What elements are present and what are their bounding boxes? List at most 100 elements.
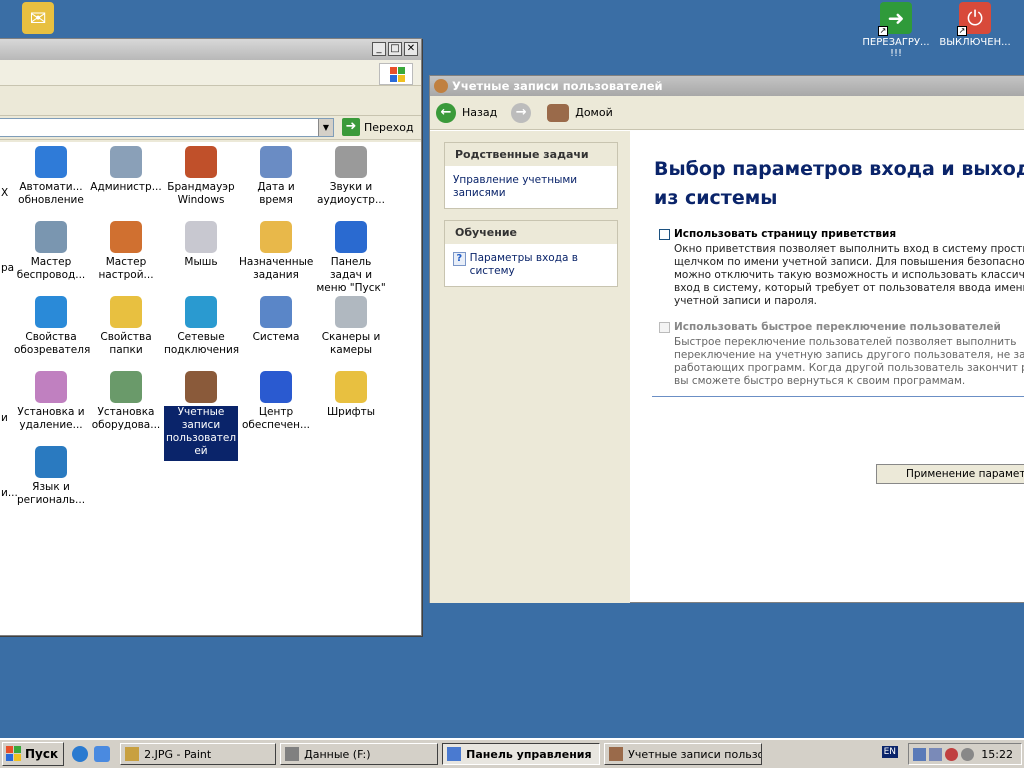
learn-panel: Обучение ? Параметры входа в систему bbox=[444, 220, 618, 287]
cp-item-label: Сетевые подключения bbox=[164, 331, 240, 356]
folder-options-icon bbox=[110, 296, 142, 328]
cp-item[interactable]: Администр... bbox=[89, 146, 163, 194]
desktop-icon-label: ВЫКЛЮЧЕН... bbox=[939, 37, 1011, 48]
cp-item[interactable]: Сканеры и камеры bbox=[314, 296, 388, 357]
page-title: Выбор параметров входа и выхода из систе… bbox=[654, 158, 1024, 209]
cp-item-label: Брандмауэр Windows bbox=[167, 181, 235, 206]
back-button-label[interactable]: Назад bbox=[462, 106, 497, 119]
address-bar: ▼ ➜ Переход bbox=[0, 116, 421, 140]
start-button[interactable]: Пуск bbox=[2, 742, 65, 766]
cp-item-label: Учетные записи пользовател ей bbox=[164, 406, 238, 461]
cp-item[interactable]: Система bbox=[239, 296, 313, 344]
windows-flag-icon bbox=[6, 746, 22, 762]
network-connections-icon bbox=[185, 296, 217, 328]
back-arrow-icon[interactable]: ← bbox=[436, 102, 456, 123]
desktop-icon-label: ПЕРЕЗАГРУ... !!! bbox=[862, 37, 930, 59]
cp-item[interactable]: Мастер настрой... bbox=[89, 221, 163, 282]
cp-item[interactable]: Автомати... обновление bbox=[14, 146, 88, 207]
scheduled-tasks-icon bbox=[260, 221, 292, 253]
cp-item[interactable]: Мастер беспровод... bbox=[14, 221, 88, 282]
cp-item-label: Система bbox=[252, 331, 300, 343]
show-desktop-icon[interactable] bbox=[94, 746, 111, 762]
taskbar-button[interactable]: 2.JPG - Paint bbox=[120, 743, 277, 765]
taskbar: Пуск 2.JPG - Paint Данные (F:) Панель упра… bbox=[0, 738, 1024, 768]
admin-tools-icon bbox=[110, 146, 142, 178]
fast-user-switching-title[interactable]: Использовать быстрое переключение пользо… bbox=[674, 321, 1001, 333]
apply-settings-button[interactable]: Применение параметров bbox=[876, 464, 1024, 484]
cp-item[interactable]: Свойства папки bbox=[89, 296, 163, 357]
folder-icon: ✉ bbox=[22, 2, 54, 34]
cp-item[interactable]: Учетные записи пользовател ей bbox=[164, 371, 238, 461]
cp-item[interactable]: Брандмауэр Windows bbox=[164, 146, 238, 207]
desktop-icon-restart[interactable]: ➜ ↗ ПЕРЕЗАГРУ... !!! bbox=[858, 2, 934, 59]
maximize-button[interactable]: □ bbox=[388, 42, 402, 56]
forward-arrow-icon[interactable]: → bbox=[511, 102, 532, 123]
logon-options-link[interactable]: ? Параметры входа в систему bbox=[445, 244, 617, 286]
cp-item[interactable]: Язык и региональ... bbox=[14, 446, 88, 507]
home-users-icon[interactable] bbox=[547, 103, 570, 122]
cp-item[interactable]: Дата и время bbox=[239, 146, 313, 207]
menu-bar bbox=[0, 60, 421, 86]
desktop-icon-shutdown[interactable]: ⏻ ↗ ВЫКЛЮЧЕН... bbox=[937, 2, 1013, 48]
power-icon: ⏻ ↗ bbox=[957, 2, 991, 36]
user-accounts-icon bbox=[434, 79, 448, 93]
title-bar[interactable]: Учетные записи пользователей bbox=[430, 76, 1024, 96]
go-arrow-icon: ➜ bbox=[342, 118, 360, 136]
taskbar-button-label: Данные (F:) bbox=[304, 747, 371, 761]
cp-item[interactable]: Центр обеспечен... bbox=[239, 371, 313, 432]
taskbar-button-label: 2.JPG - Paint bbox=[144, 747, 212, 761]
cp-item[interactable]: Установка оборудова... bbox=[89, 371, 163, 432]
title-bar[interactable]: _ □ ✕ bbox=[0, 39, 421, 60]
control-panel-icon bbox=[447, 747, 462, 761]
volume-icon[interactable] bbox=[961, 747, 974, 761]
network-warning-icon[interactable] bbox=[929, 747, 942, 761]
add-hardware-icon bbox=[110, 371, 142, 403]
taskbar-button[interactable]: Панель управления bbox=[442, 743, 601, 765]
panel-title: Родственные задачи bbox=[445, 143, 617, 166]
cp-item[interactable]: Мышь bbox=[164, 221, 238, 269]
cp-item-label: Мастер настрой... bbox=[98, 256, 154, 281]
chevron-down-icon[interactable]: ▼ bbox=[318, 119, 333, 136]
taskbar-button[interactable]: Данные (F:) bbox=[280, 743, 439, 765]
cp-item[interactable]: Звуки и аудиоустр... bbox=[314, 146, 388, 207]
clock[interactable]: 15:22 bbox=[981, 748, 1013, 761]
system-tray: 15:22 bbox=[908, 743, 1022, 765]
taskbar-button-label: Учетные записи пользо... bbox=[628, 747, 763, 761]
go-button-label: Переход bbox=[364, 120, 414, 134]
taskbar-icon bbox=[335, 221, 367, 253]
welcome-screen-title[interactable]: Использовать страницу приветствия bbox=[674, 228, 896, 240]
close-button[interactable]: ✕ bbox=[404, 42, 418, 56]
cp-item-label: Центр обеспечен... bbox=[242, 406, 310, 431]
mouse-icon bbox=[185, 221, 217, 253]
cp-item[interactable]: Назначенные задания bbox=[239, 221, 313, 282]
cp-item[interactable]: Шрифты bbox=[314, 371, 388, 419]
cp-item-label: Свойства папки bbox=[100, 331, 152, 356]
internet-explorer-icon[interactable] bbox=[72, 746, 89, 762]
home-button-label[interactable]: Домой bbox=[575, 106, 613, 119]
cp-item-label: Свойства обозревателя bbox=[14, 331, 91, 356]
cp-item-label: Администр... bbox=[90, 181, 162, 193]
cp-item[interactable]: Установка и удаление... bbox=[14, 371, 88, 432]
system-icon bbox=[260, 296, 292, 328]
fast-user-switching-checkbox[interactable] bbox=[659, 322, 670, 333]
go-button[interactable]: ➜ Переход bbox=[342, 118, 414, 136]
globe-icon bbox=[35, 446, 67, 478]
cp-item[interactable]: Панель задач и меню "Пуск" bbox=[314, 221, 388, 295]
control-panel-content: X ра и и... Автомати... обновление Админи… bbox=[0, 142, 421, 635]
cp-item[interactable]: Сетевые подключения bbox=[164, 296, 240, 357]
address-input[interactable]: ▼ bbox=[0, 118, 334, 137]
minimize-button[interactable]: _ bbox=[372, 42, 386, 56]
welcome-screen-checkbox[interactable] bbox=[659, 229, 670, 240]
language-indicator[interactable]: EN bbox=[881, 746, 898, 758]
manage-accounts-link[interactable]: Управление учетными записями bbox=[445, 166, 617, 208]
logon-options-label: Параметры входа в систему bbox=[469, 252, 578, 277]
security-shield-icon[interactable] bbox=[945, 747, 958, 761]
desktop-folder-icon[interactable]: ✉ bbox=[22, 2, 54, 37]
toolbar bbox=[0, 86, 421, 116]
cp-item[interactable]: Свойства обозревателя bbox=[14, 296, 91, 357]
add-remove-icon bbox=[35, 371, 67, 403]
cp-item-label: Назначенные задания bbox=[239, 256, 314, 281]
cp-item-label: Панель задач и меню "Пуск" bbox=[316, 256, 386, 294]
network-icon[interactable] bbox=[913, 747, 926, 761]
taskbar-button[interactable]: Учетные записи пользо... bbox=[604, 743, 763, 765]
